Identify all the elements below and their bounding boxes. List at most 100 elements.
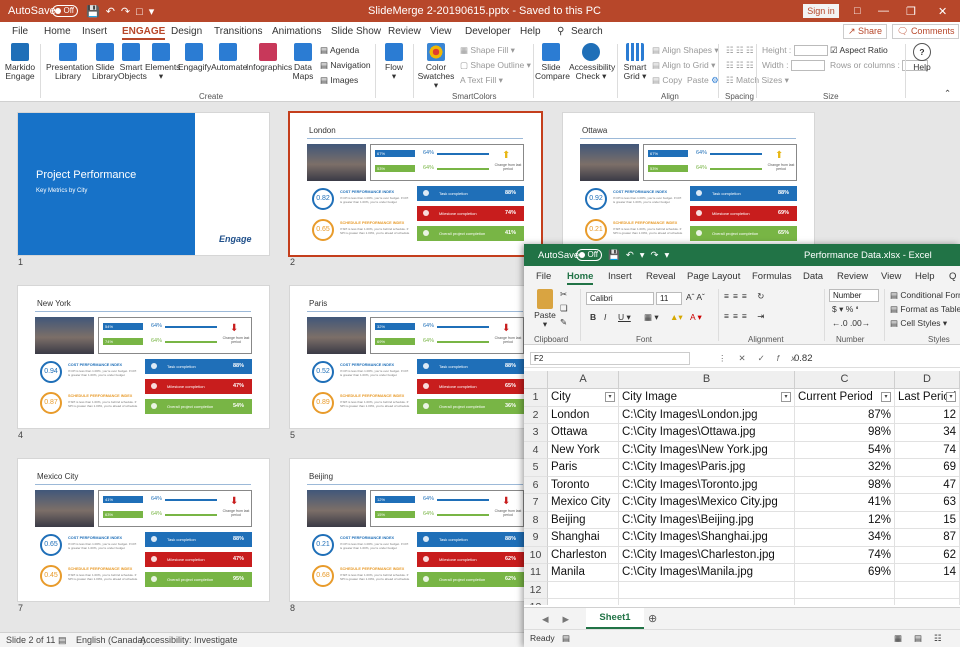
spacing-icons-row2[interactable]: ☷ ☷ ☷ [726, 60, 754, 71]
table-cell[interactable]: 69% [795, 564, 895, 582]
tab-engage[interactable]: ENGAGE [122, 26, 166, 40]
xl-tab-search[interactable]: Q [949, 271, 956, 282]
xl-tab-file[interactable]: File [536, 271, 551, 282]
table-cell[interactable]: 87% [795, 406, 895, 424]
format-as-table-button[interactable]: ▤ Format as Table ▾ [890, 304, 960, 315]
table-cell[interactable]: Ottawa [548, 424, 619, 442]
width-field[interactable]: Width : [762, 60, 825, 72]
xl-tab-page-layout[interactable]: Page Layout [687, 271, 740, 282]
tab-design[interactable]: Design [171, 26, 202, 37]
agenda-button[interactable]: ▤ Agenda [320, 45, 359, 56]
cell-styles-button[interactable]: ▤ Cell Styles ▾ [890, 318, 947, 329]
table-cell[interactable]: 12% [795, 511, 895, 529]
filter-dropdown-icon[interactable]: ▾ [781, 392, 791, 402]
xl-tab-help[interactable]: Help [915, 271, 935, 282]
infographics-button[interactable]: Infographics [246, 43, 292, 72]
table-cell[interactable]: London [548, 406, 619, 424]
xl-tab-insert[interactable]: Insert [608, 271, 632, 282]
sheet-tab-sheet1[interactable]: Sheet1 [586, 608, 644, 629]
table-cell[interactable]: 62 [895, 546, 960, 564]
close-icon[interactable]: ✕ [938, 5, 947, 18]
table-cell[interactable] [619, 599, 795, 605]
table-cell[interactable]: C:\City Images\Ottawa.jpg [619, 424, 795, 442]
autosave-toggle[interactable]: Off [52, 5, 78, 18]
align-to-grid-button[interactable]: ▤ Align to Grid ▾ [652, 60, 715, 71]
decimal-icons[interactable]: ←.0 .00→ [832, 318, 870, 328]
table-cell[interactable]: C:\City Images\Paris.jpg [619, 459, 795, 477]
row-header[interactable]: 9 [524, 529, 548, 547]
search-icon[interactable]: ⚲ [557, 26, 564, 37]
filter-dropdown-icon[interactable]: ▾ [946, 392, 956, 402]
column-header[interactable]: C [795, 371, 895, 389]
table-cell[interactable]: 15 [895, 511, 960, 529]
table-cell[interactable]: Charleston [548, 546, 619, 564]
xl-tab-data[interactable]: Data [803, 271, 823, 282]
tab-review[interactable]: Review [388, 26, 421, 37]
row-header[interactable]: 2 [524, 406, 548, 424]
vertical-align-icons[interactable]: ≡≡≡ ↻ [724, 291, 768, 302]
align-shapes-button[interactable]: ▤ Align Shapes ▾ [652, 45, 719, 56]
shape-fill-button[interactable]: ▦ Shape Fill ▾ [460, 45, 515, 56]
macro-record-icon[interactable]: ▤ [562, 633, 570, 644]
column-header[interactable]: B [619, 371, 795, 389]
minimize-icon[interactable]: — [878, 5, 889, 17]
color-swatches-button[interactable]: Color Swatches ▾ [417, 43, 455, 90]
height-field[interactable]: Height : [762, 45, 828, 57]
language[interactable]: English (Canada) [76, 635, 146, 645]
tab-view[interactable]: View [430, 26, 452, 37]
table-cell[interactable]: C:\City Images\London.jpg [619, 406, 795, 424]
table-cell[interactable]: 34 [895, 424, 960, 442]
help-button[interactable]: ? Help [910, 43, 934, 72]
table-cell[interactable]: 98% [795, 476, 895, 494]
table-cell[interactable] [548, 581, 619, 599]
formula-input[interactable]: 0.82 [794, 353, 813, 364]
automate-button[interactable]: Automate [211, 43, 247, 72]
font-name-select[interactable]: Calibri [586, 292, 654, 305]
xl-paste-button[interactable]: Paste ▾ [532, 289, 558, 329]
table-cell[interactable]: 98% [795, 424, 895, 442]
table-cell[interactable] [795, 581, 895, 599]
filter-dropdown-icon[interactable]: ▾ [605, 392, 615, 402]
row-header[interactable]: 13 [524, 599, 548, 605]
table-cell[interactable] [548, 599, 619, 605]
tab-animations[interactable]: Animations [272, 26, 321, 37]
row-header[interactable]: 10 [524, 546, 548, 564]
font-size-select[interactable]: 11 [656, 292, 682, 305]
select-all-corner[interactable] [524, 371, 548, 389]
table-cell[interactable]: Paris [548, 459, 619, 477]
navigation-button[interactable]: ▤ Navigation [320, 60, 371, 71]
name-box[interactable]: F2 [530, 352, 690, 365]
table-cell[interactable] [619, 581, 795, 599]
markido-engage-button[interactable]: Markido Engage [4, 43, 36, 81]
match-sizes-button[interactable]: ☷ Match Sizes ▾ [726, 75, 789, 86]
copy-icon[interactable]: ❏ [560, 303, 568, 314]
slide-thumbnail-2[interactable]: London 67% 53% 64% 64% ⬆ Change from las… [290, 113, 541, 255]
aspect-ratio-checkbox[interactable]: ☑ Aspect Ratio [830, 45, 888, 56]
data-maps-button[interactable]: Data Maps [291, 43, 315, 81]
filter-dropdown-icon[interactable]: ▾ [881, 392, 891, 402]
table-cell[interactable]: 14 [895, 564, 960, 582]
tab-insert[interactable]: Insert [82, 26, 107, 37]
smart-grid-button[interactable]: Smart Grid ▾ [622, 43, 648, 81]
slide-thumbnail-5[interactable]: Paris 32% 69% 64% 64% ⬇ Change from last… [290, 286, 541, 428]
search-box[interactable]: Search [571, 26, 603, 37]
notes-icon[interactable]: ▤ [58, 635, 67, 646]
xl-tab-view[interactable]: View [881, 271, 901, 282]
row-header[interactable]: 3 [524, 424, 548, 442]
smart-objects-button[interactable]: Smart Objects [118, 43, 147, 81]
elements-button[interactable]: Elements ▾ [145, 43, 180, 81]
table-cell[interactable]: C:\City Images\Toronto.jpg [619, 476, 795, 494]
table-cell[interactable]: Beijing [548, 511, 619, 529]
column-header[interactable]: A [548, 371, 619, 389]
sign-in-button[interactable]: Sign in [803, 4, 839, 18]
conditional-formatting-button[interactable]: ▤ Conditional Format [890, 290, 960, 301]
table-cell[interactable]: 54% [795, 441, 895, 459]
table-cell[interactable]: 87 [895, 529, 960, 547]
restore-icon[interactable]: ❐ [906, 5, 916, 18]
table-cell[interactable] [895, 599, 960, 605]
tab-slide-show[interactable]: Slide Show [331, 26, 381, 37]
row-header[interactable]: 5 [524, 459, 548, 477]
tab-home[interactable]: Home [44, 26, 71, 37]
sheet-nav-arrows[interactable]: ◀▶ [542, 614, 583, 625]
images-button[interactable]: ▤ Images [320, 75, 358, 86]
